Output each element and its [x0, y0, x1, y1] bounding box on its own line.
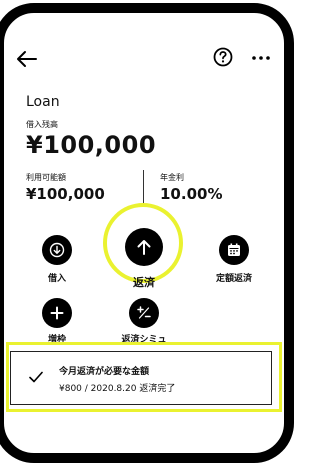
scheduled-repay-label: 定額返済	[215, 274, 252, 284]
available-amount-label: 利用可能額	[26, 173, 66, 182]
borrow-button[interactable]	[42, 235, 72, 265]
borrow-label: 借入	[47, 274, 66, 284]
help-icon[interactable]	[213, 47, 233, 67]
repayment-notice-card[interactable]: 今月返済が必要な金額 ¥800 / 2020.8.20 返済完了	[10, 351, 272, 405]
calendar-icon	[228, 243, 240, 256]
notice-title: 今月返済が必要な金額	[59, 367, 150, 377]
notice-detail: ¥800 / 2020.8.20 返済完了	[59, 384, 176, 394]
repay-button[interactable]	[125, 228, 163, 266]
plus-minus-icon	[137, 306, 151, 319]
arrow-down-circle-icon	[49, 242, 65, 258]
scheduled-repay-button[interactable]	[219, 235, 249, 265]
repay-label: 返済	[133, 276, 155, 289]
arrow-up-icon	[137, 240, 151, 255]
loan-title: Loan	[26, 94, 60, 110]
check-icon	[29, 371, 43, 383]
interest-rate-label: 年金利	[160, 173, 184, 182]
more-options-icon[interactable]	[251, 50, 271, 66]
summary-divider	[143, 170, 144, 204]
available-amount-value: ¥100,000	[26, 185, 105, 203]
balance-label: 借入残高	[26, 120, 58, 129]
plus-icon	[50, 306, 64, 320]
increase-limit-button[interactable]	[42, 298, 72, 328]
repayment-simulation-button[interactable]	[129, 298, 159, 328]
balance-value: ¥100,000	[26, 131, 157, 159]
back-arrow-icon[interactable]	[16, 50, 38, 68]
interest-rate-value: 10.00%	[160, 185, 223, 203]
